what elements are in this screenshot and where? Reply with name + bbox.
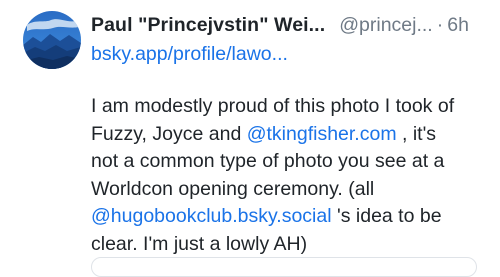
embedded-media-card[interactable]: [91, 257, 477, 277]
author-display-name[interactable]: Paul "Princejvstin" Wei...: [91, 14, 325, 36]
post-body: I am modestly proud of this photo I took…: [91, 93, 491, 258]
post-link[interactable]: bsky.app/profile/lawo...: [91, 40, 288, 68]
post-body-line: Worldcon opening ceremony. (all: [91, 177, 375, 200]
post-body-line: not a common type of photo you see at a: [91, 150, 445, 172]
mention-link-tkingfisher[interactable]: @tkingfisher.com: [247, 123, 397, 145]
post-body-line: @hugobookclub.bsky.social 's idea to be: [91, 203, 491, 231]
author-handle[interactable]: @princej...: [339, 14, 433, 36]
mention-link-hugobookclub[interactable]: @hugobookclub.bsky.social: [91, 205, 332, 227]
header-separator: ·: [436, 14, 444, 36]
post-timestamp[interactable]: 6h: [447, 14, 469, 36]
author-avatar[interactable]: [23, 11, 81, 69]
post-body-line: Fuzzy, Joyce and @tkingfisher.com , it's: [91, 121, 491, 149]
post-body-text: 's idea to be: [331, 205, 442, 227]
post-card[interactable]: Paul "Princejvstin" Wei... @princej... · 6h…: [0, 0, 500, 277]
post-body-line: clear. I'm just a lowly AH): [91, 232, 308, 255]
post-header: Paul "Princejvstin" Wei... @princej... · 6h: [91, 11, 491, 39]
post-body-text: , it's: [396, 122, 437, 145]
avatar-image: [23, 11, 81, 69]
post-body-line: I am modestly proud of this photo I took…: [91, 95, 455, 117]
post-body-text: Fuzzy, Joyce and: [91, 122, 247, 145]
